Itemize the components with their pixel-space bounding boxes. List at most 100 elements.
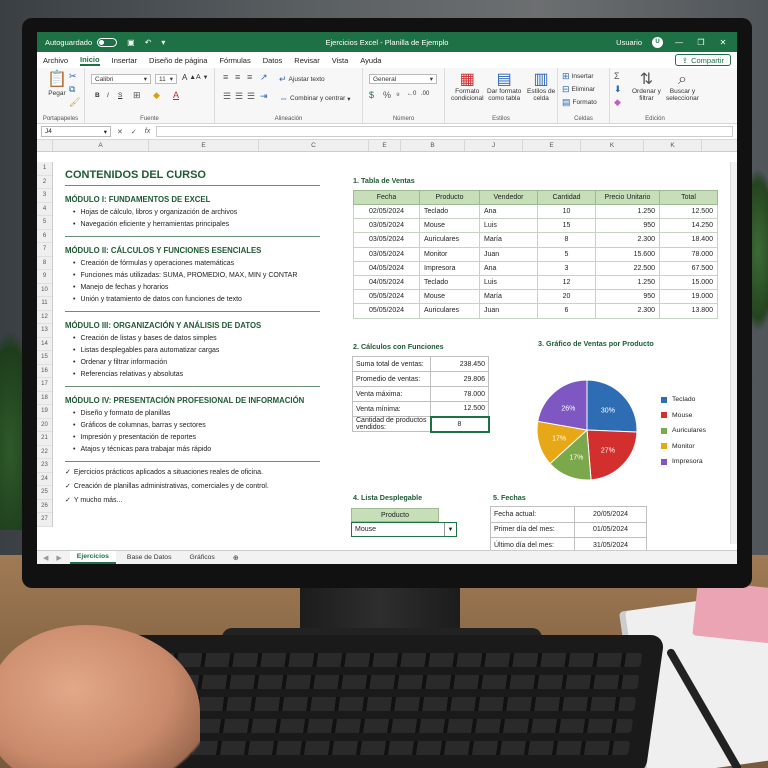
user-name[interactable]: Usuario xyxy=(616,38,642,47)
row-header[interactable]: 4 xyxy=(37,203,52,216)
cut-icon[interactable]: ✂ xyxy=(69,72,77,81)
table-cell[interactable]: 12 xyxy=(537,274,596,291)
table-cell[interactable]: 950 xyxy=(595,218,660,234)
font-family-select[interactable]: Calibri ▾ xyxy=(91,74,151,84)
align-center-icon[interactable]: ☰ xyxy=(235,92,243,101)
table-cell[interactable]: Teclado xyxy=(419,274,480,291)
table-cell[interactable]: Mouse xyxy=(419,289,480,305)
tab-formulas[interactable]: Fórmulas xyxy=(219,56,250,65)
table-cell[interactable]: Auriculares xyxy=(419,232,480,248)
row-header[interactable]: 14 xyxy=(37,338,52,351)
table-cell[interactable]: 22.500 xyxy=(595,260,660,276)
autosave-toggle[interactable] xyxy=(97,37,118,47)
calc-value[interactable]: 12.500 xyxy=(430,401,489,417)
column-header-vendedor[interactable]: Vendedor xyxy=(479,190,538,205)
find-select-button[interactable]: ⌕ Buscar y seleccionar xyxy=(666,72,699,103)
tab-archivo[interactable]: Archivo xyxy=(43,56,68,65)
column-header[interactable]: B xyxy=(401,140,465,151)
font-size-select[interactable]: 11 ▾ xyxy=(155,74,177,84)
tab-diseno-pagina[interactable]: Diseño de página xyxy=(149,56,207,65)
pie-chart[interactable]: 30% 27% 17% 17% 26% xyxy=(527,370,647,490)
column-header[interactable]: E xyxy=(523,140,581,151)
row-header[interactable]: 22 xyxy=(37,446,52,459)
table-cell[interactable]: 05/05/2024 xyxy=(353,289,420,305)
shrink-font-icon[interactable]: A ▼ xyxy=(196,74,208,81)
fill-color-icon[interactable]: ◆ xyxy=(153,91,160,100)
table-cell[interactable]: 1.250 xyxy=(595,274,660,291)
table-cell[interactable]: 03/05/2024 xyxy=(353,246,420,262)
table-cell[interactable]: Luis xyxy=(479,218,538,234)
percent-icon[interactable]: % xyxy=(383,91,391,100)
column-header-total[interactable]: Total xyxy=(659,190,718,205)
row-header[interactable]: 25 xyxy=(37,486,52,500)
row-header[interactable]: 21 xyxy=(37,432,52,446)
table-cell[interactable]: 20 xyxy=(537,289,596,305)
row-header[interactable]: 10 xyxy=(37,284,52,297)
column-header-producto[interactable]: Producto xyxy=(419,190,480,205)
chevron-down-icon[interactable]: ▼ xyxy=(444,523,456,536)
restore-icon[interactable]: ❐ xyxy=(695,38,707,47)
calc-value[interactable]: 238.450 xyxy=(430,356,489,372)
table-cell[interactable]: 13.800 xyxy=(659,303,718,319)
tab-ayuda[interactable]: Ayuda xyxy=(360,56,381,65)
date-label[interactable]: Fecha actual: xyxy=(490,506,575,523)
select-all-corner[interactable] xyxy=(37,140,53,151)
paste-button[interactable]: 📋 Pegar xyxy=(47,72,67,98)
currency-icon[interactable]: $ xyxy=(369,91,374,100)
tab-vista[interactable]: Vista xyxy=(332,56,349,65)
legend-entry[interactable]: Teclado xyxy=(661,392,706,408)
table-cell[interactable]: 15.600 xyxy=(595,246,660,262)
table-cell[interactable]: 02/05/2024 xyxy=(353,203,420,220)
legend-entry[interactable]: Monitor xyxy=(661,439,706,455)
legend-entry[interactable]: Impresora xyxy=(661,454,706,470)
table-cell[interactable]: 10 xyxy=(537,203,596,220)
table-cell[interactable]: 14.250 xyxy=(659,218,718,234)
confirm-icon[interactable]: ✓ xyxy=(131,128,137,136)
vertical-scrollbar[interactable] xyxy=(730,162,737,544)
table-cell[interactable]: Auriculares xyxy=(419,303,480,319)
column-header[interactable]: K xyxy=(581,140,644,151)
table-cell[interactable]: 19.000 xyxy=(659,289,718,305)
format-as-table-button[interactable]: ▤ Dar formato como tabla xyxy=(487,72,521,103)
row-header[interactable]: 3 xyxy=(37,189,52,203)
borders-icon[interactable]: ⊞ xyxy=(133,91,141,100)
font-color-icon[interactable]: A xyxy=(173,91,179,100)
calc-label[interactable]: Cantidad de productos vendidos: xyxy=(352,416,431,432)
table-cell[interactable]: 67.500 xyxy=(659,260,718,276)
underline-icon[interactable]: S xyxy=(118,92,122,99)
fill-icon[interactable]: ⬇ xyxy=(614,85,622,94)
formula-input[interactable] xyxy=(156,126,733,137)
increase-decimal-icon[interactable]: ←0 xyxy=(407,91,416,97)
row-header[interactable]: 18 xyxy=(37,392,52,405)
name-box[interactable]: J4 ▾ xyxy=(41,126,111,137)
table-cell[interactable]: Juan xyxy=(479,246,538,262)
delete-cells-button[interactable]: ⊟ Eliminar xyxy=(562,85,595,94)
sheet-tab-ejercicios[interactable]: Ejercicios xyxy=(69,551,116,564)
date-value[interactable]: 20/05/2024 xyxy=(574,506,647,523)
table-cell[interactable]: María xyxy=(479,232,538,248)
row-header[interactable]: 27 xyxy=(37,513,52,527)
sheet-tab-base-datos[interactable]: Base de Datos xyxy=(120,551,179,564)
tab-revisar[interactable]: Revisar xyxy=(294,56,319,65)
product-dropdown[interactable]: Mouse ▼ xyxy=(351,522,457,537)
pie-slice-teclado[interactable] xyxy=(586,379,638,433)
row-header[interactable]: 7 xyxy=(37,243,52,257)
row-header[interactable]: 20 xyxy=(37,419,52,432)
row-header[interactable]: 9 xyxy=(37,270,52,284)
row-header[interactable]: 8 xyxy=(37,257,52,270)
table-cell[interactable]: Ana xyxy=(479,260,538,276)
row-header[interactable]: 19 xyxy=(37,405,52,419)
row-header[interactable]: 17 xyxy=(37,378,52,392)
table-cell[interactable]: 950 xyxy=(595,289,660,305)
table-cell[interactable]: Monitor xyxy=(419,246,480,262)
tab-datos[interactable]: Datos xyxy=(263,56,283,65)
row-header[interactable]: 12 xyxy=(37,311,52,324)
align-right-icon[interactable]: ☰ xyxy=(247,92,255,101)
next-sheet-icon[interactable]: ▶ xyxy=(56,554,61,562)
fx-icon[interactable]: fx xyxy=(145,128,150,136)
legend-entry[interactable]: Auriculares xyxy=(661,423,706,439)
calc-value[interactable]: 78.000 xyxy=(430,386,489,402)
table-cell[interactable]: 04/05/2024 xyxy=(353,274,420,291)
tab-inicio[interactable]: Inicio xyxy=(80,55,100,66)
table-cell[interactable]: María xyxy=(479,289,538,305)
